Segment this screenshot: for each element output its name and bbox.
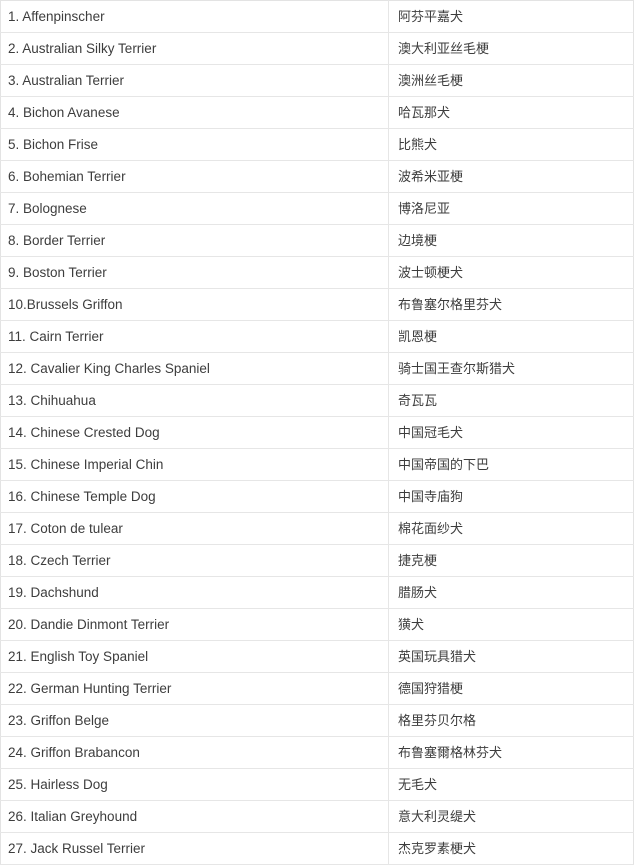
table-row: 24. Griffon Brabancon 布鲁塞爾格林芬犬 xyxy=(0,736,634,769)
breed-name-chinese: 格里芬贝尔格 xyxy=(388,704,634,737)
table-body: 1. Affenpinscher 阿芬平嘉犬 2. Australian Silky… xyxy=(0,0,634,865)
breed-name-chinese: 波希米亚梗 xyxy=(388,160,634,193)
table-row: 26. Italian Greyhound 意大利灵缇犬 xyxy=(0,800,634,833)
breed-name-english: 3. Australian Terrier xyxy=(0,64,389,97)
table-row: 13. Chihuahua 奇瓦瓦 xyxy=(0,384,634,417)
breed-name-english: 21. English Toy Spaniel xyxy=(0,640,389,673)
breed-name-english: 12. Cavalier King Charles Spaniel xyxy=(0,352,389,385)
breed-name-english: 9. Boston Terrier xyxy=(0,256,389,289)
table-row: 21. English Toy Spaniel 英国玩具猎犬 xyxy=(0,640,634,673)
breed-name-english: 24. Griffon Brabancon xyxy=(0,736,389,769)
table-row: 16. Chinese Temple Dog 中国寺庙狗 xyxy=(0,480,634,513)
breed-name-english: 6. Bohemian Terrier xyxy=(0,160,389,193)
breed-name-chinese: 澳大利亚丝毛梗 xyxy=(388,32,634,65)
breed-name-chinese: 布鲁塞尔格里芬犬 xyxy=(388,288,634,321)
breed-name-english: 14. Chinese Crested Dog xyxy=(0,416,389,449)
breed-name-chinese: 中国帝国的下巴 xyxy=(388,448,634,481)
breed-name-chinese: 奇瓦瓦 xyxy=(388,384,634,417)
table-row: 20. Dandie Dinmont Terrier 獚犬 xyxy=(0,608,634,641)
breed-name-english: 4. Bichon Avanese xyxy=(0,96,389,129)
breed-name-english: 11. Cairn Terrier xyxy=(0,320,389,353)
breed-name-english: 8. Border Terrier xyxy=(0,224,389,257)
breed-name-english: 25. Hairless Dog xyxy=(0,768,389,801)
table-row: 27. Jack Russel Terrier 杰克罗素梗犬 xyxy=(0,832,634,865)
breed-name-english: 27. Jack Russel Terrier xyxy=(0,832,389,865)
breed-name-chinese: 阿芬平嘉犬 xyxy=(388,0,634,33)
breed-name-english: 17. Coton de tulear xyxy=(0,512,389,545)
breed-name-english: 2. Australian Silky Terrier xyxy=(0,32,389,65)
table-row: 25. Hairless Dog 无毛犬 xyxy=(0,768,634,801)
breed-name-english: 13. Chihuahua xyxy=(0,384,389,417)
breed-name-english: 22. German Hunting Terrier xyxy=(0,672,389,705)
breed-name-chinese: 比熊犬 xyxy=(388,128,634,161)
breed-name-english: 26. Italian Greyhound xyxy=(0,800,389,833)
dog-breed-table: 1. Affenpinscher 阿芬平嘉犬 2. Australian Silky… xyxy=(0,0,634,865)
table-row: 14. Chinese Crested Dog 中国冠毛犬 xyxy=(0,416,634,449)
breed-name-chinese: 杰克罗素梗犬 xyxy=(388,832,634,865)
table-row: 15. Chinese Imperial Chin 中国帝国的下巴 xyxy=(0,448,634,481)
table-row: 22. German Hunting Terrier 德国狩猎梗 xyxy=(0,672,634,705)
table-row: 8. Border Terrier 边境梗 xyxy=(0,224,634,257)
breed-name-chinese: 意大利灵缇犬 xyxy=(388,800,634,833)
table-row: 9. Boston Terrier 波士顿梗犬 xyxy=(0,256,634,289)
breed-name-english: 7. Bolognese xyxy=(0,192,389,225)
table-row: 4. Bichon Avanese 哈瓦那犬 xyxy=(0,96,634,129)
table-row: 3. Australian Terrier 澳洲丝毛梗 xyxy=(0,64,634,97)
breed-name-chinese: 澳洲丝毛梗 xyxy=(388,64,634,97)
table-row: 11. Cairn Terrier 凯恩梗 xyxy=(0,320,634,353)
breed-name-chinese: 波士顿梗犬 xyxy=(388,256,634,289)
breed-name-english: 20. Dandie Dinmont Terrier xyxy=(0,608,389,641)
table-row: 10.Brussels Griffon 布鲁塞尔格里芬犬 xyxy=(0,288,634,321)
breed-name-chinese: 边境梗 xyxy=(388,224,634,257)
table-row: 7. Bolognese 博洛尼亚 xyxy=(0,192,634,225)
breed-name-english: 18. Czech Terrier xyxy=(0,544,389,577)
breed-name-chinese: 棉花面纱犬 xyxy=(388,512,634,545)
table-row: 19. Dachshund 腊肠犬 xyxy=(0,576,634,609)
breed-name-chinese: 布鲁塞爾格林芬犬 xyxy=(388,736,634,769)
table-row: 12. Cavalier King Charles Spaniel 骑士国王查尔斯… xyxy=(0,352,634,385)
breed-name-chinese: 捷克梗 xyxy=(388,544,634,577)
table-row: 1. Affenpinscher 阿芬平嘉犬 xyxy=(0,0,634,33)
breed-name-chinese: 德国狩猎梗 xyxy=(388,672,634,705)
breed-name-chinese: 獚犬 xyxy=(388,608,634,641)
breed-name-chinese: 骑士国王查尔斯猎犬 xyxy=(388,352,634,385)
table-row: 18. Czech Terrier 捷克梗 xyxy=(0,544,634,577)
breed-name-chinese: 腊肠犬 xyxy=(388,576,634,609)
breed-name-chinese: 博洛尼亚 xyxy=(388,192,634,225)
breed-name-english: 15. Chinese Imperial Chin xyxy=(0,448,389,481)
table-row: 5. Bichon Frise 比熊犬 xyxy=(0,128,634,161)
breed-name-english: 10.Brussels Griffon xyxy=(0,288,389,321)
breed-name-english: 16. Chinese Temple Dog xyxy=(0,480,389,513)
breed-name-chinese: 中国寺庙狗 xyxy=(388,480,634,513)
table-row: 6. Bohemian Terrier 波希米亚梗 xyxy=(0,160,634,193)
breed-name-chinese: 凯恩梗 xyxy=(388,320,634,353)
table-row: 23. Griffon Belge 格里芬贝尔格 xyxy=(0,704,634,737)
breed-name-english: 5. Bichon Frise xyxy=(0,128,389,161)
breed-name-chinese: 中国冠毛犬 xyxy=(388,416,634,449)
breed-name-chinese: 无毛犬 xyxy=(388,768,634,801)
breed-name-chinese: 英国玩具猎犬 xyxy=(388,640,634,673)
breed-name-english: 1. Affenpinscher xyxy=(0,0,389,33)
table-row: 17. Coton de tulear 棉花面纱犬 xyxy=(0,512,634,545)
breed-name-english: 19. Dachshund xyxy=(0,576,389,609)
table-row: 2. Australian Silky Terrier 澳大利亚丝毛梗 xyxy=(0,32,634,65)
breed-name-chinese: 哈瓦那犬 xyxy=(388,96,634,129)
breed-name-english: 23. Griffon Belge xyxy=(0,704,389,737)
